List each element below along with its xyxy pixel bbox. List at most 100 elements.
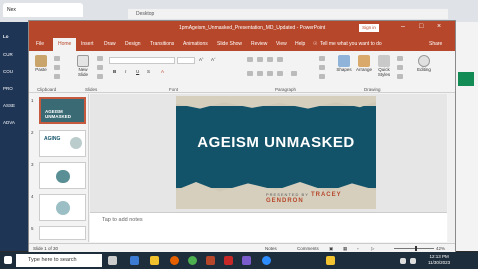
- background-green-button[interactable]: [458, 72, 474, 86]
- taskbar-clock[interactable]: 12:13 PM 11/30/2023: [428, 254, 450, 266]
- justify-icon[interactable]: [277, 71, 283, 76]
- minimize-icon[interactable]: –: [401, 23, 405, 30]
- increase-font-icon[interactable]: Aˆ: [199, 57, 204, 62]
- numbering-icon[interactable]: [257, 57, 263, 62]
- background-sidebar-item[interactable]: ASSE: [0, 100, 28, 111]
- bold-icon[interactable]: B: [113, 69, 116, 74]
- slide-thumbnail-1[interactable]: AGEISM UNMASKED: [39, 97, 86, 124]
- slide-number: 1: [31, 98, 34, 103]
- browser-tab-label: Nex: [7, 7, 16, 13]
- paste-label: Paste: [35, 67, 47, 72]
- decrease-font-icon[interactable]: Aˇ: [211, 57, 216, 62]
- editing-button[interactable]: Editing: [415, 55, 433, 72]
- tab-design[interactable]: Design: [125, 41, 141, 47]
- align-right-icon[interactable]: [267, 71, 273, 76]
- firefox-icon[interactable]: [170, 256, 179, 265]
- notes-pane[interactable]: Tap to add notes: [90, 212, 447, 242]
- task-view-icon[interactable]: [108, 256, 117, 265]
- current-slide[interactable]: AGEISM UNMASKED PRESENTED BY TRACEY GEND…: [176, 96, 376, 209]
- shape-effects-icon[interactable]: [397, 74, 403, 79]
- tab-animations[interactable]: Animations: [183, 41, 208, 47]
- comments-button[interactable]: Comments: [297, 246, 319, 251]
- file-explorer-icon[interactable]: [150, 256, 159, 265]
- tab-transitions[interactable]: Transitions: [150, 41, 174, 47]
- shapes-button[interactable]: Shapes: [335, 55, 353, 72]
- tab-slide-show[interactable]: Slide Show: [217, 41, 242, 47]
- tell-me-search[interactable]: Tell me what you want to do: [320, 41, 382, 47]
- reset-icon[interactable]: [97, 65, 103, 70]
- columns-icon[interactable]: [291, 71, 297, 76]
- font-name-box[interactable]: [109, 57, 175, 64]
- arrange-button[interactable]: Arrange: [354, 55, 374, 72]
- edge-icon[interactable]: [130, 256, 139, 265]
- section-icon[interactable]: [97, 74, 103, 79]
- tab-insert[interactable]: Insert: [81, 41, 94, 47]
- slide-presenter[interactable]: PRESENTED BY TRACEY GENDRON: [266, 192, 376, 204]
- zoom-slider[interactable]: [394, 248, 434, 249]
- maximize-icon[interactable]: □: [419, 23, 423, 30]
- format-painter-icon[interactable]: [54, 74, 60, 79]
- slide-thumbnail-3[interactable]: [39, 162, 86, 189]
- notes-button[interactable]: Notes: [265, 246, 277, 251]
- tab-review[interactable]: Review: [251, 41, 267, 47]
- tab-help[interactable]: Help: [295, 41, 305, 47]
- slide-thumbnail-4[interactable]: [39, 194, 86, 221]
- slide-thumbnail-2[interactable]: AGING: [39, 130, 86, 157]
- strikethrough-icon[interactable]: S: [147, 69, 150, 74]
- lightbulb-icon: ☉: [313, 41, 318, 47]
- copy-icon[interactable]: [54, 65, 60, 70]
- new-slide-button[interactable]: New Slide: [73, 55, 93, 77]
- zoom-slider-knob[interactable]: [415, 246, 417, 251]
- wifi-icon[interactable]: [400, 258, 406, 264]
- thumbnail-graphic: [56, 201, 70, 215]
- sign-in-button[interactable]: Sign in: [359, 24, 379, 32]
- increase-indent-icon[interactable]: [277, 57, 283, 62]
- chrome-icon[interactable]: [188, 256, 197, 265]
- layout-icon[interactable]: [97, 56, 103, 61]
- align-text-icon[interactable]: [319, 65, 325, 70]
- windows-start-icon[interactable]: [4, 256, 12, 264]
- align-left-icon[interactable]: [247, 71, 253, 76]
- ribbon: Paste New Slide B I U S A Aˆ Aˇ Shapes A…: [29, 51, 455, 93]
- background-sidebar-item[interactable]: ADVA: [0, 117, 28, 128]
- powerpoint-taskbar-icon[interactable]: [206, 256, 215, 265]
- taskbar-date: 11/30/2023: [428, 260, 451, 265]
- browser-tab[interactable]: Nex: [3, 3, 83, 17]
- share-button[interactable]: Share: [429, 41, 442, 47]
- vertical-scrollbar[interactable]: [448, 94, 455, 242]
- zoom-level[interactable]: 42%: [436, 246, 445, 251]
- acrobat-icon[interactable]: [224, 256, 233, 265]
- background-sidebar-item[interactable]: COU: [0, 66, 28, 77]
- background-sidebar-item[interactable]: PRO: [0, 83, 28, 94]
- tab-view[interactable]: View: [276, 41, 287, 47]
- tab-file[interactable]: File: [36, 41, 44, 47]
- taskbar-search-box[interactable]: Type here to search: [16, 254, 102, 267]
- paragraph-group-label: Paragraph: [275, 87, 297, 92]
- font-color-icon[interactable]: A: [161, 69, 164, 74]
- slide-title[interactable]: AGEISM UNMASKED: [176, 134, 376, 151]
- tab-home[interactable]: Home: [53, 38, 77, 51]
- align-center-icon[interactable]: [257, 71, 263, 76]
- background-sidebar-item[interactable]: CUR: [0, 49, 28, 60]
- shape-outline-icon[interactable]: [397, 65, 403, 70]
- underline-icon[interactable]: U: [136, 69, 139, 74]
- smartart-icon[interactable]: [319, 74, 325, 79]
- paste-button[interactable]: Paste: [32, 55, 50, 72]
- text-direction-icon[interactable]: [319, 56, 325, 61]
- teams-icon[interactable]: [242, 256, 251, 265]
- font-size-box[interactable]: [177, 57, 195, 64]
- tab-draw[interactable]: Draw: [104, 41, 116, 47]
- slide-thumbnail-5[interactable]: [39, 226, 86, 240]
- shape-fill-icon[interactable]: [397, 56, 403, 61]
- bullets-icon[interactable]: [247, 57, 253, 62]
- cut-icon[interactable]: [54, 56, 60, 61]
- reading-view-icon[interactable]: ▫: [357, 246, 359, 251]
- quick-styles-button[interactable]: Quick Styles: [375, 55, 393, 77]
- weather-icon[interactable]: [326, 256, 335, 265]
- quick-styles-icon: [378, 55, 390, 67]
- decrease-indent-icon[interactable]: [267, 57, 273, 62]
- zoom-app-icon[interactable]: [262, 256, 271, 265]
- italic-icon[interactable]: I: [125, 69, 126, 74]
- volume-icon[interactable]: [410, 258, 416, 264]
- close-icon[interactable]: ×: [437, 23, 441, 30]
